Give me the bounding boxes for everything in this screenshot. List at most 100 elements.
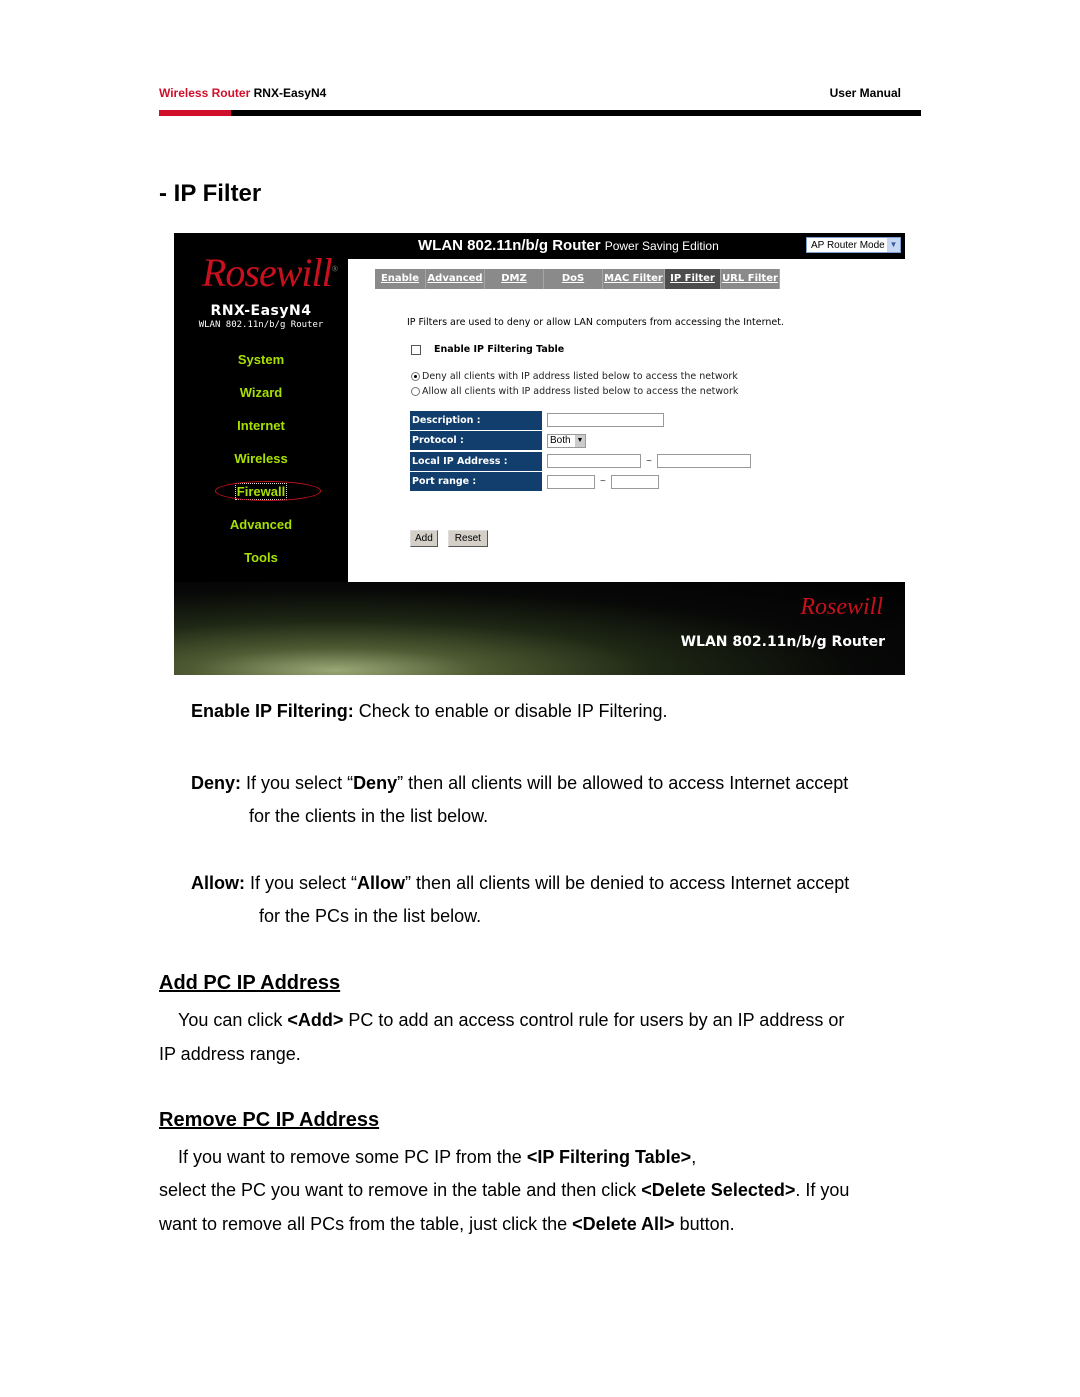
nav-item-tools[interactable]: Tools xyxy=(174,549,348,582)
header-rule xyxy=(159,110,921,116)
form-buttons: Add Reset xyxy=(410,530,498,547)
emphasis: <IP Filtering Table> xyxy=(526,1147,692,1167)
text: If you select “ xyxy=(245,873,358,893)
router-title: WLAN 802.11n/b/g Router Power Saving Edi… xyxy=(418,237,719,254)
emphasis: Allow xyxy=(357,873,406,893)
text: If you want to remove some PC IP from th… xyxy=(178,1147,527,1167)
sidebar-model-sub: WLAN 802.11n/b/g Router xyxy=(198,320,324,330)
nav-item-wizard[interactable]: Wizard xyxy=(174,384,348,417)
port-to-input[interactable] xyxy=(610,474,659,489)
description-label: Description : xyxy=(410,410,542,430)
range-separator: ~ xyxy=(600,476,606,487)
tab-ip-filter[interactable]: IP Filter xyxy=(665,269,721,289)
allow-radio-label: Allow all clients with IP address listed… xyxy=(422,386,739,397)
router-sidebar: Rosewill® RNX-EasyN4 WLAN 802.11n/b/g Ro… xyxy=(174,233,348,582)
router-title-sub: Power Saving Edition xyxy=(604,239,719,253)
protocol-select-value: Both xyxy=(550,434,571,446)
allow-desc: Allow: If you select “Allow” then all cl… xyxy=(191,866,921,900)
emphasis: <Add> xyxy=(287,1010,344,1030)
banner-rosewill-logo: Rosewill xyxy=(800,594,883,620)
nav-item-wireless[interactable]: Wireless xyxy=(174,450,348,483)
add-pc-heading: Add PC IP Address xyxy=(159,972,341,994)
description-input[interactable] xyxy=(547,413,664,427)
emphasis: <Delete All> xyxy=(572,1214,675,1234)
remove-pc-heading: Remove PC IP Address xyxy=(159,1109,380,1131)
add-pc-desc: You can click <Add> PC to add an access … xyxy=(178,1003,844,1037)
text: want to remove all PCs from the table, j… xyxy=(159,1214,573,1234)
tab-enable[interactable]: Enable xyxy=(375,269,426,289)
nav-label: Internet xyxy=(237,418,285,433)
emphasis: Deny xyxy=(353,773,398,793)
add-button[interactable]: Add xyxy=(410,530,438,547)
remove-pc-desc-line3: want to remove all PCs from the table, j… xyxy=(159,1207,735,1241)
logo-text: Rosewill xyxy=(202,250,333,295)
header-doc-type: User Manual xyxy=(829,86,901,100)
emphasis: <Delete Selected> xyxy=(641,1180,796,1200)
enable-ip-filtering-label: Enable IP Filtering Table xyxy=(434,344,565,355)
nav-item-system[interactable]: System xyxy=(174,351,348,384)
allow-radio[interactable] xyxy=(411,387,420,396)
deny-radio[interactable] xyxy=(411,372,420,381)
port-range-label: Port range : xyxy=(410,472,542,491)
term: Enable IP Filtering: xyxy=(191,701,354,721)
text: button. xyxy=(674,1214,735,1234)
port-range-row: Port range : ~ xyxy=(410,472,751,492)
sidebar-model: RNX-EasyN4 xyxy=(210,303,312,319)
header-rule-accent xyxy=(159,110,231,116)
remove-pc-desc-line2: select the PC you want to remove in the … xyxy=(159,1173,849,1207)
nav-item-advanced[interactable]: Advanced xyxy=(174,516,348,549)
deny-desc-line2: for the clients in the list below. xyxy=(249,806,489,826)
deny-radio-row: Deny all clients with IP address listed … xyxy=(411,371,738,382)
nav-label: Advanced xyxy=(229,517,293,532)
text: You can click xyxy=(178,1010,288,1030)
local-ip-to-input[interactable] xyxy=(656,454,751,468)
allow-desc-line2: for the PCs in the list below. xyxy=(259,906,482,926)
nav-label: Tools xyxy=(244,550,278,565)
nav-label: Wizard xyxy=(239,385,283,400)
firewall-tabs: Enable Advanced DMZ DoS MAC Filter IP Fi… xyxy=(375,269,780,289)
tab-mac-filter[interactable]: MAC Filter xyxy=(603,269,665,289)
term: Deny: xyxy=(191,773,242,793)
router-content: Enable Advanced DMZ DoS MAC Filter IP Fi… xyxy=(348,259,905,582)
desc: Check to enable or disable IP Filtering. xyxy=(353,701,668,721)
description-row: Description : xyxy=(410,410,751,430)
local-ip-from-input[interactable] xyxy=(547,454,641,468)
reset-button[interactable]: Reset xyxy=(447,530,488,547)
router-topbar: WLAN 802.11n/b/g Router Power Saving Edi… xyxy=(348,233,905,259)
mode-select[interactable]: AP Router Mode ▼ xyxy=(806,237,901,253)
port-from-input[interactable] xyxy=(547,474,595,489)
enable-ip-filtering-desc: Enable IP Filtering: Check to enable or … xyxy=(191,694,668,728)
nav-item-internet[interactable]: Internet xyxy=(174,417,348,450)
add-pc-desc-line2: IP address range. xyxy=(159,1044,301,1064)
header-model: RNX-EasyN4 xyxy=(253,86,327,100)
text: PC to add an access control rule for use… xyxy=(343,1010,845,1030)
tab-advanced[interactable]: Advanced xyxy=(426,269,485,289)
term: Allow: xyxy=(191,873,245,893)
router-footer-banner: Rosewill WLAN 802.11n/b/g Router xyxy=(174,582,905,675)
allow-radio-row: Allow all clients with IP address listed… xyxy=(411,386,738,397)
enable-ip-filtering-checkbox[interactable] xyxy=(411,344,421,355)
router-title-main: WLAN 802.11n/b/g Router xyxy=(418,237,601,254)
deny-desc: Deny: If you select “Deny” then all clie… xyxy=(191,766,921,800)
chevron-down-icon: ▼ xyxy=(575,434,585,447)
page-header: Wireless Router RNX-EasyN4 User Manual xyxy=(159,86,921,102)
tab-dos[interactable]: DoS xyxy=(544,269,603,289)
text: . If you xyxy=(795,1180,850,1200)
protocol-select[interactable]: Both ▼ xyxy=(547,433,586,448)
tab-url-filter[interactable]: URL Filter xyxy=(721,269,780,289)
text: If you select “ xyxy=(241,773,354,793)
chevron-down-icon: ▼ xyxy=(887,238,900,252)
local-ip-row: Local IP Address : ~ xyxy=(410,451,751,471)
tab-dmz[interactable]: DMZ xyxy=(485,269,544,289)
nav-label: System xyxy=(237,352,285,367)
protocol-label: Protocol : xyxy=(410,431,542,450)
ip-filter-intro: IP Filters are used to deny or allow LAN… xyxy=(407,317,784,328)
page-title: - IP Filter xyxy=(159,180,262,207)
rosewill-logo: Rosewill® xyxy=(202,250,338,295)
router-screenshot: Rosewill® RNX-EasyN4 WLAN 802.11n/b/g Ro… xyxy=(174,233,905,675)
remove-pc-desc: If you want to remove some PC IP from th… xyxy=(178,1140,696,1174)
nav-label: Wireless xyxy=(234,451,288,466)
banner-text: WLAN 802.11n/b/g Router xyxy=(680,634,885,650)
local-ip-label: Local IP Address : xyxy=(410,451,542,471)
mode-select-value: AP Router Mode xyxy=(811,240,885,251)
